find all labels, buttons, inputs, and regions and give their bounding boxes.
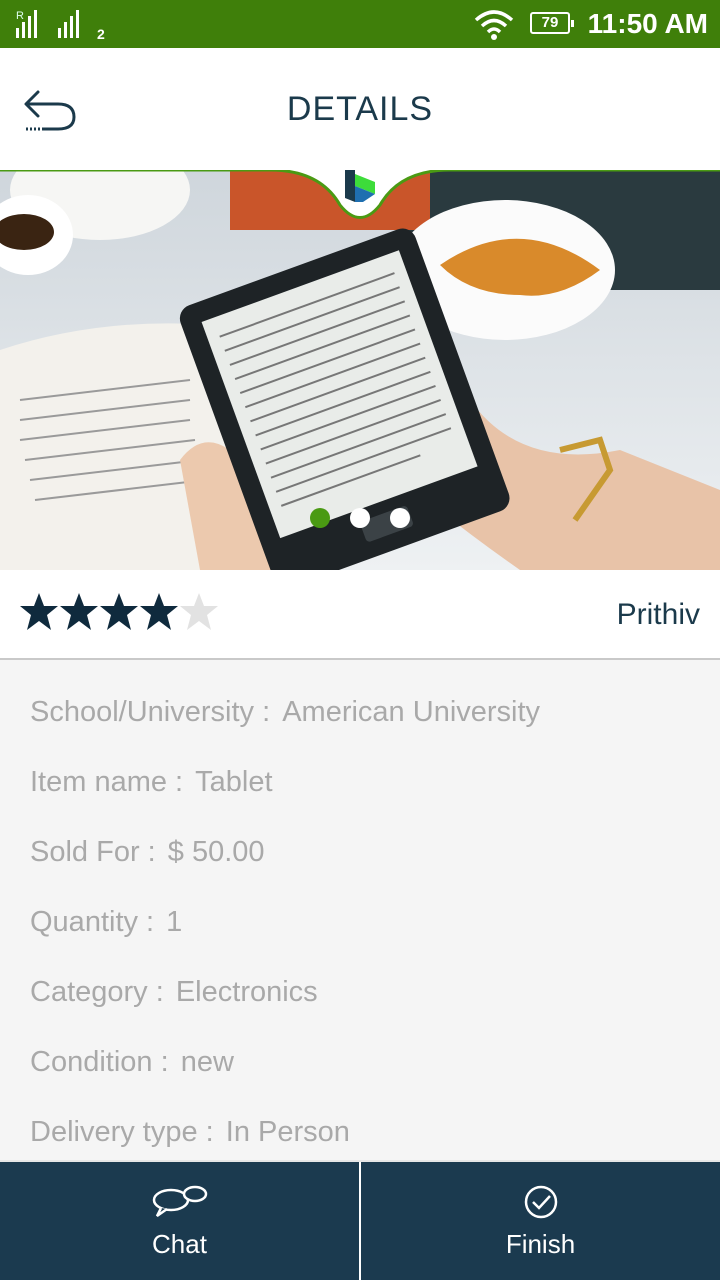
carousel-dot-3[interactable] (390, 508, 410, 528)
bottom-action-bar: Chat Finish (0, 1160, 720, 1280)
detail-label: Condition : (30, 1046, 177, 1078)
rating-row: Prithiv (0, 570, 720, 660)
app-logo-icon (345, 170, 375, 202)
detail-value: In Person (225, 1116, 350, 1148)
clock: 11:50 AM (587, 8, 708, 39)
finish-button[interactable]: Finish (359, 1162, 720, 1280)
detail-row: Condition : new (30, 1010, 710, 1080)
finish-label: Finish (505, 1229, 576, 1259)
detail-label: Category : (30, 976, 172, 1008)
detail-label: Quantity : (30, 906, 163, 938)
detail-label: Item name : (30, 766, 192, 798)
detail-row: Category : Electronics (30, 940, 710, 1010)
detail-value: Tablet (195, 766, 273, 798)
star-filled-icon (20, 593, 58, 630)
detail-row: Item name : Tablet (30, 730, 710, 800)
detail-value: $ 50.00 (167, 836, 265, 868)
chat-label: Chat (152, 1229, 207, 1259)
chat-button[interactable]: Chat (0, 1162, 359, 1280)
status-bar: R 2 79 11:50 AM (0, 0, 720, 48)
seller-name[interactable]: Prithiv (617, 598, 700, 632)
detail-value: Electronics (175, 976, 318, 1008)
star-filled-icon (100, 593, 138, 630)
star-empty-icon (180, 593, 218, 630)
signal-sim1-icon (16, 10, 37, 38)
star-filled-icon (60, 593, 98, 630)
detail-label: School/University : (30, 696, 279, 728)
battery-icon: 79 (530, 12, 574, 34)
page-title: DETAILS (286, 90, 434, 128)
star-rating (20, 592, 218, 632)
check-circle-icon (524, 1185, 557, 1219)
detail-value: 1 (166, 906, 183, 938)
detail-row: School/University : American University (30, 660, 710, 730)
detail-label: Sold For : (30, 836, 164, 868)
detail-value: American University (282, 696, 541, 728)
detail-value: new (180, 1046, 234, 1078)
wifi-icon (474, 10, 514, 40)
detail-label: Delivery type : (30, 1116, 222, 1148)
carousel-indicators (0, 508, 720, 528)
carousel-dot-2[interactable] (350, 508, 370, 528)
detail-row: Quantity : 1 (30, 870, 710, 940)
carousel-dot-1[interactable] (310, 508, 330, 528)
sim2-label: 2 (97, 26, 105, 42)
detail-row: Sold For : $ 50.00 (30, 800, 710, 870)
detail-row: Delivery type : In Person (30, 1080, 710, 1150)
star-filled-icon (140, 593, 178, 630)
signal-sim2-icon (58, 10, 79, 38)
chat-bubbles-icon (152, 1185, 207, 1218)
listing-details: School/University : American University I… (30, 660, 710, 1150)
